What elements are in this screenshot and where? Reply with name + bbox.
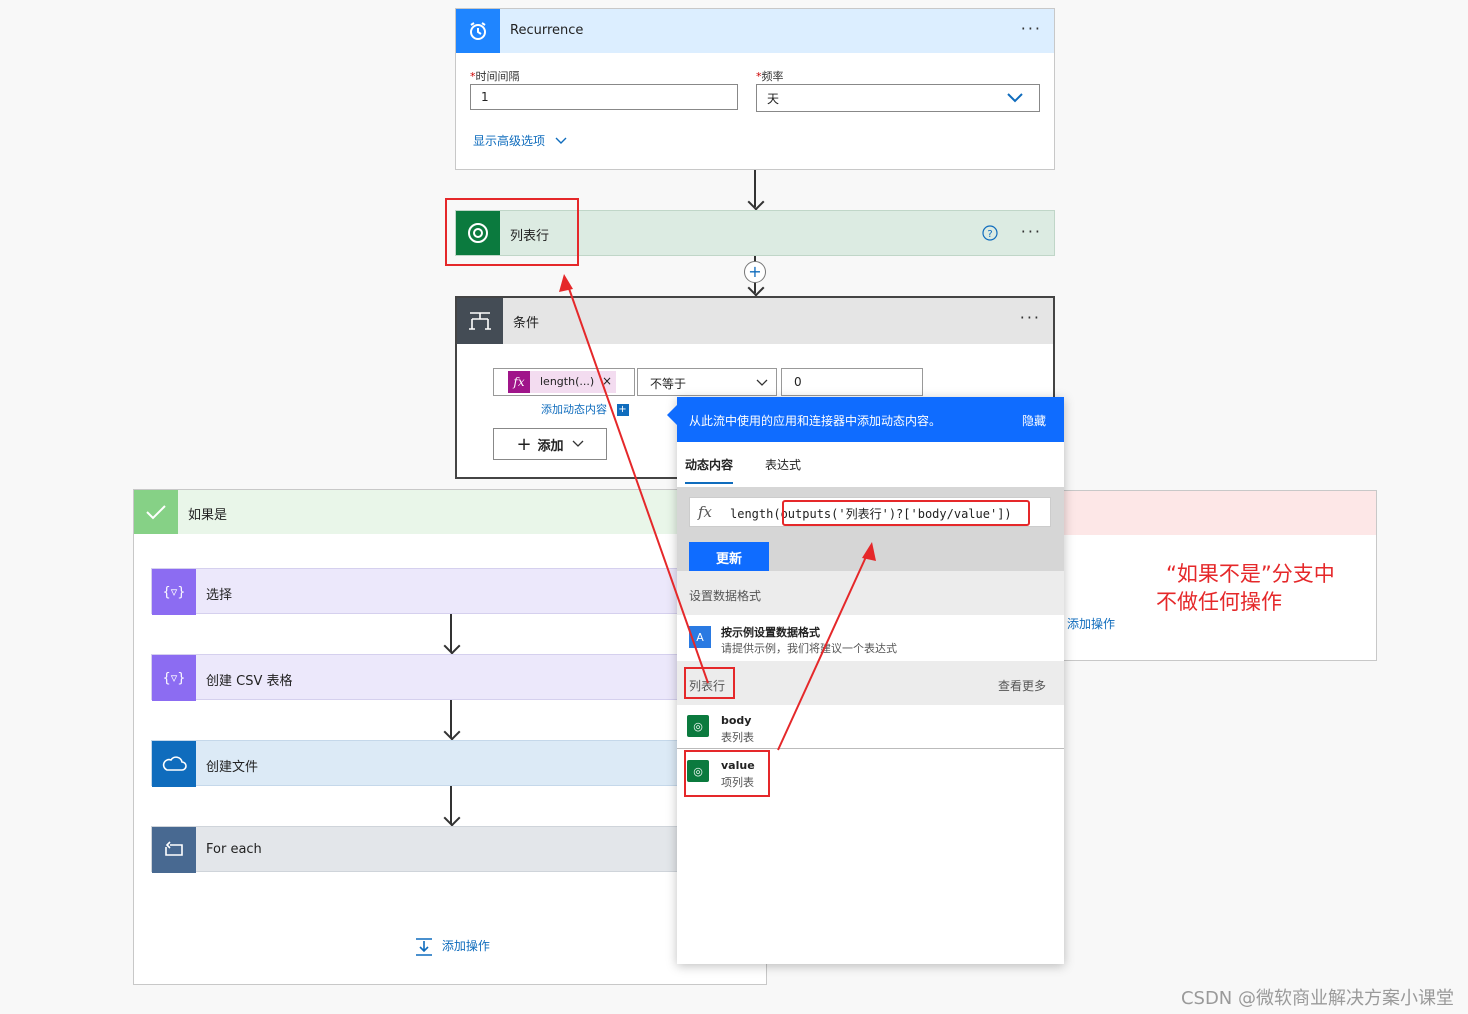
- arrow-to-expression: [777, 547, 871, 751]
- arrow-head-icon: [559, 274, 573, 292]
- annotation-arrows: [559, 274, 876, 751]
- arrow-to-list-rows: [565, 279, 709, 684]
- arrow-head-icon: [862, 542, 876, 561]
- watermark: CSDN @微软商业解决方案小课堂: [1180, 988, 1454, 1009]
